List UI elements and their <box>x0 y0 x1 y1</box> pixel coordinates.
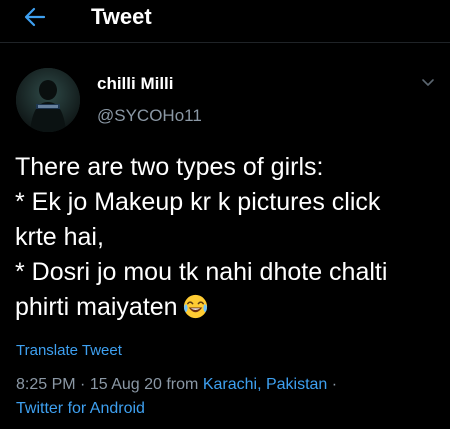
tweet-line: * Dosri jo mou tk nahi dhote chalti <box>15 258 388 286</box>
face-with-tears-of-joy-emoji <box>183 294 207 319</box>
arrow-left-icon <box>24 7 46 27</box>
author-display-name[interactable]: chilli Milli <box>97 74 174 94</box>
avatar-image <box>16 68 80 132</box>
author-handle[interactable]: @SYCOHo11 <box>97 106 202 126</box>
top-app-bar: Tweet <box>0 0 450 38</box>
tweet-metadata: 8:25 PM · 15 Aug 20 from Karachi, Pakist… <box>16 375 337 395</box>
tweet-date: 15 Aug 20 <box>89 376 162 393</box>
location-link[interactable]: Karachi, Pakistan <box>203 376 328 393</box>
tweet-options-button[interactable] <box>418 76 438 90</box>
tweet-line-last: phirti maiyaten <box>15 290 440 325</box>
meta-separator: · <box>80 376 86 393</box>
meta-separator: · <box>331 376 338 393</box>
tweet-line: krte hai, <box>15 223 104 251</box>
header-divider <box>0 42 450 43</box>
page-title: Tweet <box>91 4 152 29</box>
tweet-source: Twitter for Android <box>16 399 145 419</box>
translate-tweet-link[interactable]: Translate Tweet <box>16 342 122 360</box>
chevron-down-icon <box>422 79 434 86</box>
back-button[interactable] <box>20 2 50 32</box>
source-link[interactable]: Twitter for Android <box>16 400 145 417</box>
tweet-text: There are two types of girls: * Ek jo Ma… <box>15 150 440 325</box>
tweet-line-text: phirti maiyaten <box>15 293 178 321</box>
from-label: from <box>166 376 199 393</box>
tweet-line: There are two types of girls: <box>15 153 324 181</box>
tweet-time: 8:25 PM <box>16 376 76 393</box>
tweet-line: * Ek jo Makeup kr k pictures click <box>15 188 381 216</box>
avatar[interactable] <box>16 68 80 132</box>
